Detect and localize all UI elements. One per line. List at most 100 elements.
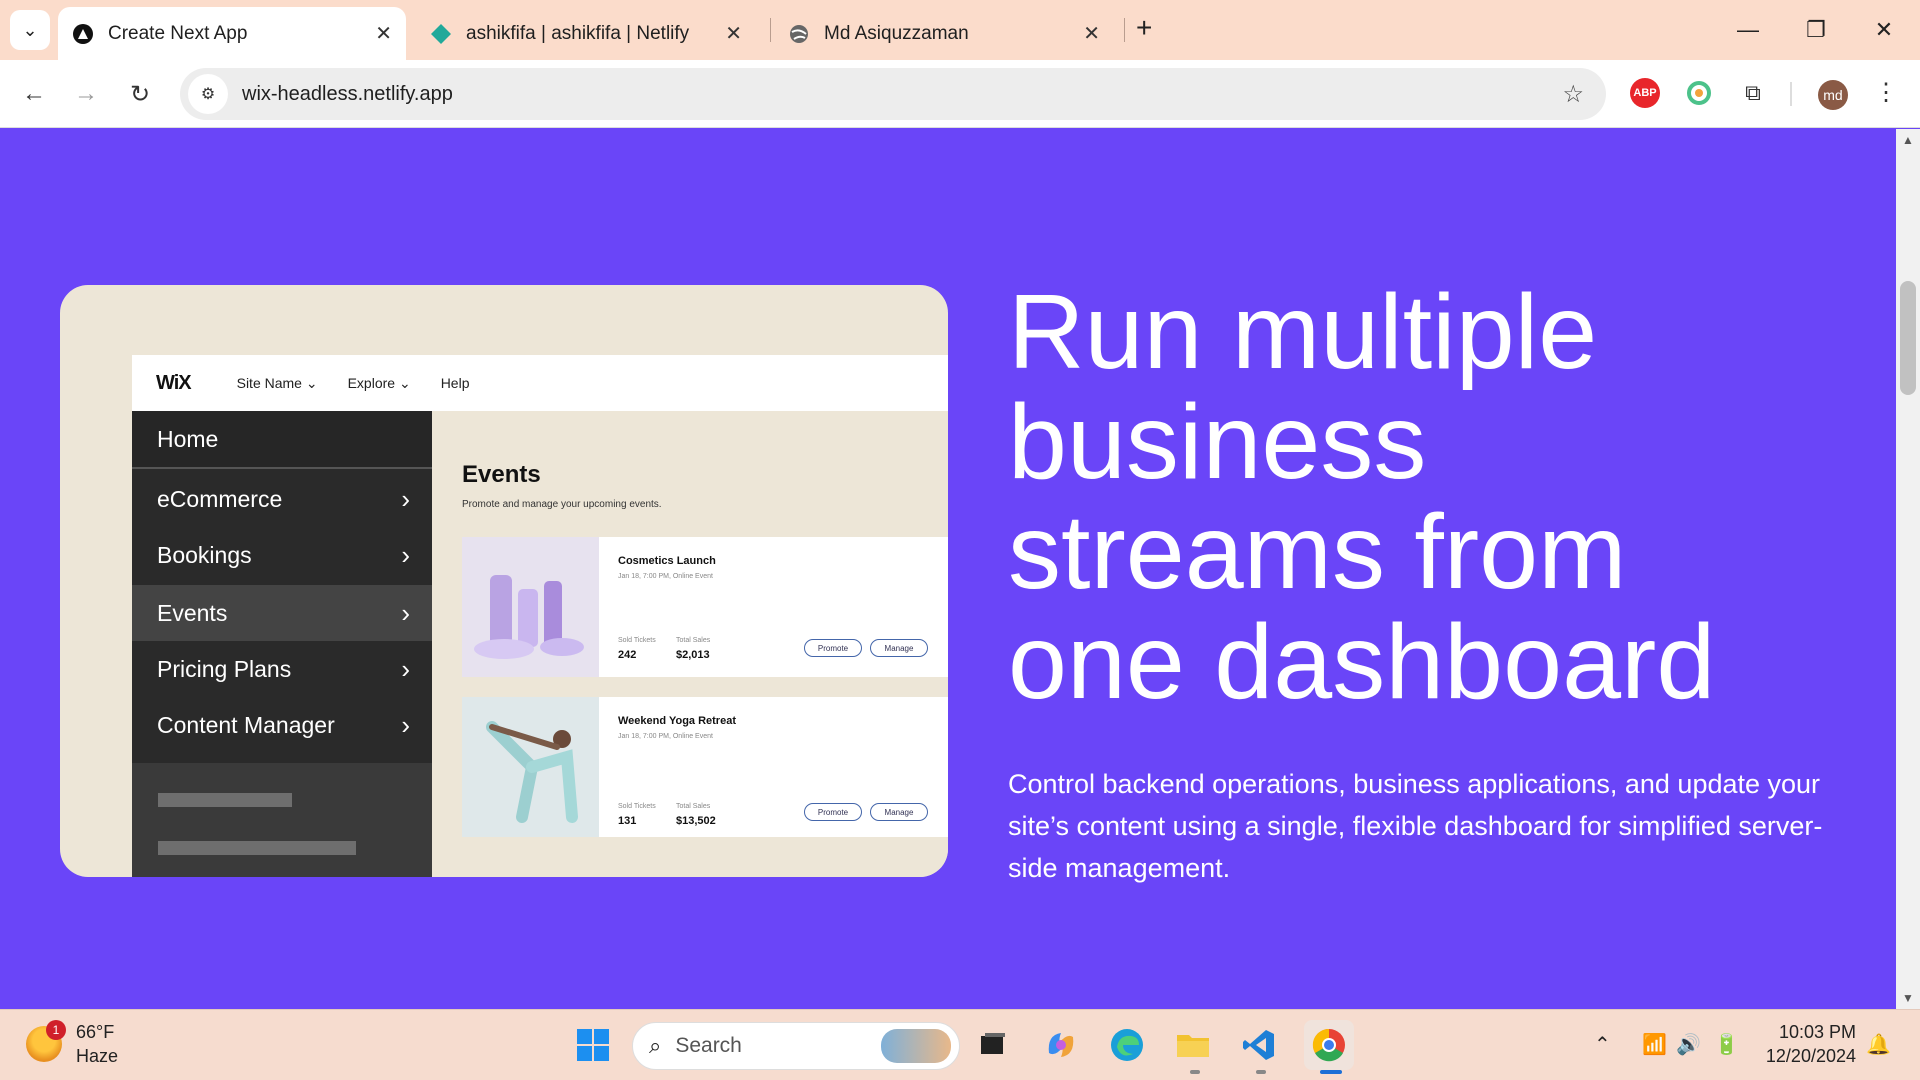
event-card-cosmetics: Cosmetics Launch Jan 18, 7:00 PM, Online… <box>462 537 948 677</box>
system-clock[interactable]: 10:03 PM 12/20/2024 <box>1756 1020 1856 1068</box>
extension-ring-icon[interactable] <box>1684 78 1714 108</box>
url-text[interactable]: wix-headless.netlify.app <box>242 83 1562 106</box>
tab-netlify[interactable]: ashikfifa | ashikfifa | Netlify ✕ <box>416 7 756 60</box>
minimize-button[interactable]: — <box>1718 8 1778 52</box>
sidebar-label: Pricing Plans <box>157 655 292 682</box>
adblock-plus-icon[interactable]: ABP <box>1630 78 1660 108</box>
total-sales-value: $2,013 <box>676 649 710 661</box>
promote-pill: Promote <box>804 639 862 657</box>
vscode-icon[interactable] <box>1238 1024 1280 1066</box>
wix-logo: WiX <box>156 371 192 394</box>
globe-icon <box>788 23 810 45</box>
chevron-right-icon: › <box>401 709 410 740</box>
clock-date: 12/20/2024 <box>1765 1046 1856 1066</box>
scroll-down-icon[interactable]: ▼ <box>1902 991 1914 1005</box>
event-card-yoga: Weekend Yoga Retreat Jan 18, 7:00 PM, On… <box>462 697 948 837</box>
mockup-sidebar-events: Events › <box>132 585 432 641</box>
close-icon[interactable]: ✕ <box>1083 21 1100 46</box>
browser-toolbar: ← → ↻ ⚙ wix-headless.netlify.app ☆ ABP ⧉… <box>0 60 1920 128</box>
restore-icon: ❐ <box>1806 17 1826 42</box>
events-title: Events <box>462 461 541 488</box>
windows-taskbar: 1 66°F Haze ⌕ Search ⌃ 📶 🔊 🔋 10:03 PM 12… <box>0 1009 1920 1080</box>
mockup-sidebar: Home eCommerce › Bookings › Events › Pricin… <box>132 411 432 877</box>
manage-pill: Manage <box>870 803 928 821</box>
volume-icon[interactable]: 🔊 <box>1676 1032 1701 1057</box>
menu-kebab-icon[interactable]: ⋮ <box>1874 78 1898 107</box>
file-explorer-icon[interactable] <box>1172 1024 1214 1066</box>
page-scrollbar[interactable]: ▲ ▼ <box>1896 129 1920 1009</box>
site-settings-icon[interactable]: ⚙ <box>188 74 228 114</box>
weather-temperature: 66°F <box>76 1022 115 1042</box>
yoga-pose-image <box>462 697 599 837</box>
weather-haze-icon: 1 <box>26 1020 66 1062</box>
sold-tickets-label: Sold Tickets <box>618 803 656 810</box>
new-tab-button[interactable]: + <box>1136 12 1152 44</box>
mockup-sidebar-bookings: Bookings › <box>132 527 432 583</box>
sidebar-label: Home <box>157 425 219 452</box>
events-subtitle: Promote and manage your upcoming events. <box>462 499 662 510</box>
close-icon[interactable]: ✕ <box>725 21 742 46</box>
close-icon[interactable]: ✕ <box>375 21 392 46</box>
reload-button[interactable]: ↻ <box>120 74 160 114</box>
running-indicator <box>1190 1070 1200 1074</box>
forward-button[interactable]: → <box>66 74 106 114</box>
extensions-puzzle-icon[interactable]: ⧉ <box>1738 78 1768 108</box>
task-view-icon[interactable] <box>972 1024 1014 1066</box>
event-name: Cosmetics Launch <box>618 555 716 567</box>
mockup-sidebar-home: Home <box>132 411 432 469</box>
show-hidden-icons-chevron-icon[interactable]: ⌃ <box>1594 1032 1611 1057</box>
tab-title: Md Asiquzzaman <box>824 22 969 44</box>
taskbar-search-box[interactable]: ⌕ Search <box>632 1022 960 1070</box>
event-date: Jan 18, 7:00 PM, Online Event <box>618 573 713 580</box>
running-indicator <box>1256 1070 1266 1074</box>
placeholder-bar <box>158 793 292 807</box>
mockup-nav-help: Help <box>440 375 470 391</box>
chevron-right-icon: › <box>401 653 410 684</box>
tab-title: ashikfifa | ashikfifa | Netlify <box>466 22 690 44</box>
tab-md-asiquzzaman[interactable]: Md Asiquzzaman ✕ <box>774 7 1114 60</box>
abp-label: ABP <box>1633 87 1657 99</box>
wifi-icon[interactable]: 📶 <box>1642 1032 1667 1057</box>
chevron-right-icon: › <box>401 597 410 628</box>
avatar-initials: md <box>1823 87 1843 103</box>
weather-condition: Haze <box>76 1046 119 1066</box>
arrow-left-icon: ← <box>22 80 46 107</box>
total-sales-value: $13,502 <box>676 815 716 827</box>
netlify-icon <box>430 23 452 45</box>
chevron-right-icon: › <box>401 483 410 514</box>
cosmetics-product-image <box>462 537 599 677</box>
tab-search-button[interactable]: ⌄ <box>10 10 50 50</box>
mockup-events-panel: Events Promote and manage your upcoming … <box>432 411 948 877</box>
address-bar[interactable]: ⚙ wix-headless.netlify.app ☆ <box>180 68 1606 120</box>
nextjs-icon <box>72 23 94 45</box>
windows-start-icon[interactable] <box>572 1024 614 1066</box>
mockup-sidebar-pricing-plans: Pricing Plans › <box>132 641 432 697</box>
copilot-icon[interactable] <box>1040 1024 1082 1066</box>
sold-tickets-value: 242 <box>618 649 637 661</box>
notifications-bell-icon[interactable]: 🔔 <box>1866 1032 1891 1057</box>
search-highlight-image <box>881 1029 951 1063</box>
weather-widget[interactable]: 1 66°F Haze <box>26 1020 118 1068</box>
dashboard-mockup-image: WiX Site Name ⌄ Explore ⌄ Help Home eCom… <box>60 285 948 877</box>
total-sales-label: Total Sales <box>676 637 711 644</box>
sidebar-label: Content Manager <box>157 711 335 738</box>
chrome-icon[interactable] <box>1304 1020 1354 1070</box>
tab-strip: ⌄ Create Next App ✕ ashikfifa | ashikfif… <box>0 0 1920 60</box>
scroll-up-icon[interactable]: ▲ <box>1902 133 1914 147</box>
profile-avatar[interactable]: md <box>1818 80 1848 110</box>
tab-create-next-app[interactable]: Create Next App ✕ <box>58 7 406 60</box>
reload-icon: ↻ <box>129 80 151 108</box>
page-content: WiX Site Name ⌄ Explore ⌄ Help Home eCom… <box>0 129 1896 1009</box>
battery-icon[interactable]: 🔋 <box>1714 1032 1739 1057</box>
sidebar-label: eCommerce <box>157 485 283 512</box>
edge-browser-icon[interactable] <box>1106 1024 1148 1066</box>
sidebar-label: Events <box>157 599 228 626</box>
tab-separator <box>770 18 771 42</box>
scroll-thumb[interactable] <box>1900 281 1916 395</box>
tab-separator <box>1124 18 1125 42</box>
bookmark-star-icon[interactable]: ☆ <box>1562 80 1584 109</box>
restore-button[interactable]: ❐ <box>1786 8 1846 52</box>
close-window-button[interactable]: ✕ <box>1854 8 1914 52</box>
back-button[interactable]: ← <box>14 74 54 114</box>
mockup-nav-site-name: Site Name ⌄ <box>236 374 318 391</box>
